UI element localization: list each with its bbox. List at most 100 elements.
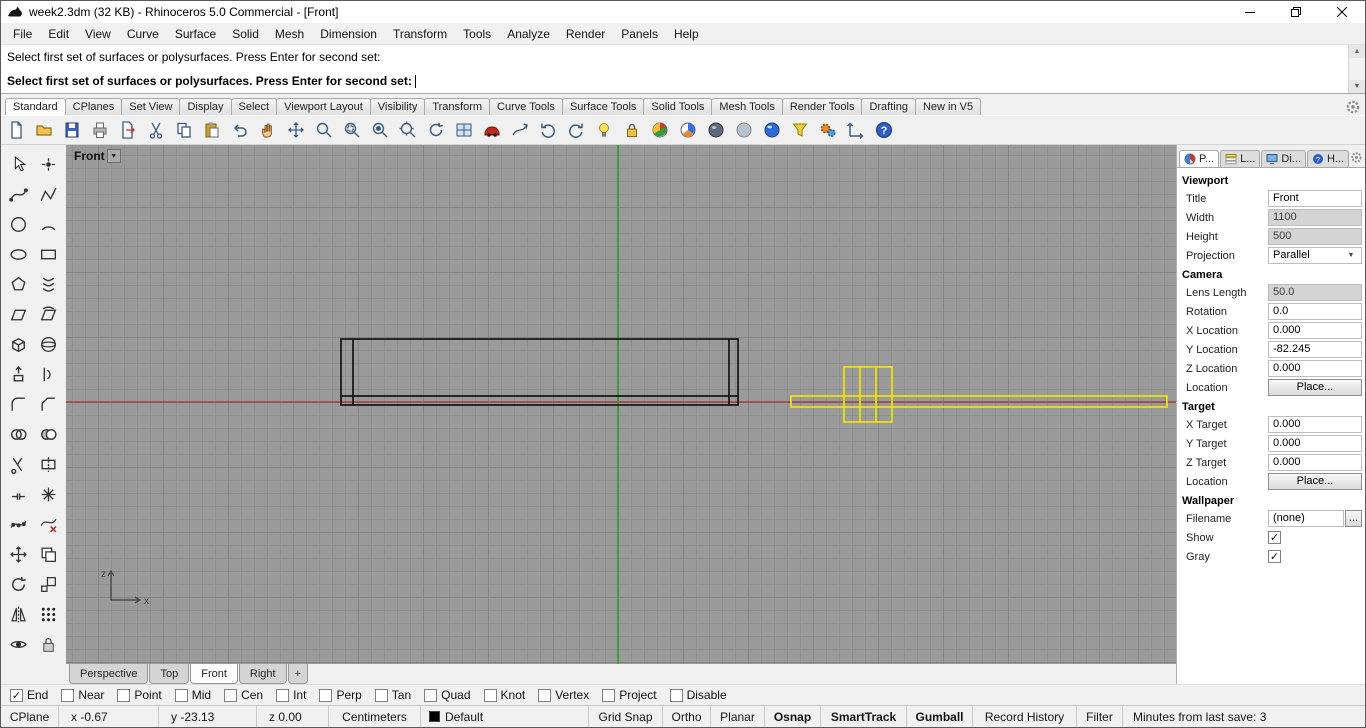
toolbar-tab-select[interactable]: Select	[230, 98, 278, 115]
osnap-quad[interactable]: Quad	[424, 688, 471, 702]
cplane-selector[interactable]: CPlane	[1, 706, 59, 727]
scale-icon[interactable]	[36, 571, 62, 597]
smarttrack-toggle[interactable]: SmartTrack	[821, 706, 907, 727]
menu-solid[interactable]: Solid	[224, 24, 267, 44]
zoom-window-icon[interactable]	[340, 118, 364, 142]
viewport-title-value[interactable]: Front	[1268, 190, 1362, 207]
filter-toggle[interactable]: Filter	[1077, 706, 1123, 727]
ortho-toggle[interactable]: Ortho	[663, 706, 711, 727]
points-icon[interactable]	[36, 151, 62, 177]
wallpaper-show-checkbox[interactable]	[1268, 531, 1281, 544]
undo-icon[interactable]	[228, 118, 252, 142]
menu-dimension[interactable]: Dimension	[312, 24, 385, 44]
box-icon[interactable]	[5, 331, 31, 357]
toolbar-tab-cplanes[interactable]: CPlanes	[64, 98, 123, 115]
explode-icon[interactable]	[36, 481, 62, 507]
toolbar-tab-visibility[interactable]: Visibility	[369, 98, 426, 115]
menu-help[interactable]: Help	[666, 24, 707, 44]
polyline-icon[interactable]	[36, 181, 62, 207]
toolbar-tab-mesh-tools[interactable]: Mesh Tools	[711, 98, 783, 115]
render-preview-icon[interactable]	[676, 118, 700, 142]
cut-icon[interactable]	[144, 118, 168, 142]
layer-pane[interactable]: Default	[421, 706, 589, 727]
int-checkbox[interactable]	[276, 688, 290, 702]
viewport-layout-icon[interactable]	[452, 118, 476, 142]
point-checkbox[interactable]	[117, 688, 131, 702]
record-history-toggle[interactable]: Record History	[973, 706, 1077, 727]
lightbulb-icon[interactable]	[592, 118, 616, 142]
z-target-value[interactable]: 0.000	[1268, 454, 1362, 471]
toolbar-tab-surface-tools[interactable]: Surface Tools	[561, 98, 645, 115]
show-points-icon[interactable]	[5, 511, 31, 537]
orient-curve-icon[interactable]	[508, 118, 532, 142]
osnap-cen[interactable]: Cen	[224, 688, 263, 702]
front-viewport-canvas[interactable]: z x Front ▼	[66, 145, 1176, 664]
menu-curve[interactable]: Curve	[119, 24, 167, 44]
render-icon[interactable]	[648, 118, 672, 142]
chamfer-icon[interactable]	[36, 391, 62, 417]
help-icon[interactable]: ?	[872, 118, 896, 142]
viewport-title-menu[interactable]: ▼	[106, 149, 121, 163]
scroll-down-icon[interactable]: ▼	[1349, 80, 1365, 93]
osnap-knot[interactable]: Knot	[483, 688, 525, 702]
planar-toggle[interactable]: Planar	[711, 706, 765, 727]
zoom-dynamic-icon[interactable]	[312, 118, 336, 142]
car-icon[interactable]	[480, 118, 504, 142]
viewport-title[interactable]: Front ▼	[74, 149, 121, 163]
options-gears-icon[interactable]	[816, 118, 840, 142]
helix-icon[interactable]	[36, 271, 62, 297]
toolbar-tab-viewport-layout[interactable]: Viewport Layout	[276, 98, 371, 115]
menu-transform[interactable]: Transform	[385, 24, 455, 44]
ellipse-icon[interactable]	[5, 241, 31, 267]
gumball-toggle[interactable]: Gumball	[907, 706, 973, 727]
osnap-near[interactable]: Near	[61, 688, 104, 702]
sweep-icon[interactable]	[36, 301, 62, 327]
y-location-value[interactable]: -82.245	[1268, 341, 1362, 358]
toolbar-tab-solid-tools[interactable]: Solid Tools	[643, 98, 713, 115]
selection-filter-icon[interactable]	[788, 118, 812, 142]
command-prompt[interactable]: Select first set of surfaces or polysurf…	[1, 69, 1348, 93]
viewport-tab-front[interactable]: Front	[190, 664, 238, 684]
osnap-toggle[interactable]: Osnap	[765, 706, 821, 727]
menu-tools[interactable]: Tools	[455, 24, 499, 44]
menu-file[interactable]: File	[5, 24, 40, 44]
extrude-icon[interactable]	[5, 361, 31, 387]
undo-view-icon[interactable]	[536, 118, 560, 142]
sphere-icon[interactable]	[36, 331, 62, 357]
selected-yellow-object[interactable]	[790, 366, 1168, 423]
move-icon[interactable]	[5, 541, 31, 567]
minimize-icon[interactable]	[1227, 1, 1273, 23]
revolve-icon[interactable]	[36, 361, 62, 387]
browse-button[interactable]: ...	[1345, 510, 1362, 527]
tan-checkbox[interactable]	[374, 688, 388, 702]
new-file-icon[interactable]	[4, 118, 28, 142]
rotate-view-icon[interactable]	[424, 118, 448, 142]
grid-snap-toggle[interactable]: Grid Snap	[589, 706, 663, 727]
points-off-icon[interactable]	[36, 511, 62, 537]
perp-checkbox[interactable]	[319, 688, 333, 702]
rotate-icon[interactable]	[5, 571, 31, 597]
viewport-tab-right[interactable]: Right	[238, 664, 287, 684]
menu-edit[interactable]: Edit	[40, 24, 77, 44]
shaded-display-icon[interactable]	[704, 118, 728, 142]
menu-analyze[interactable]: Analyze	[499, 24, 558, 44]
command-scrollbar[interactable]: ▲ ▼	[1348, 45, 1365, 93]
x-target-value[interactable]: 0.000	[1268, 416, 1362, 433]
toolbar-tab-curve-tools[interactable]: Curve Tools	[489, 98, 563, 115]
copy-object-icon[interactable]	[36, 541, 62, 567]
toolbar-tab-transform[interactable]: Transform	[424, 98, 491, 115]
panel-tab-help[interactable]: ? H...	[1306, 150, 1350, 167]
save-icon[interactable]	[60, 118, 84, 142]
osnap-disable[interactable]: Disable	[669, 688, 727, 702]
zoom-extents-icon[interactable]	[396, 118, 420, 142]
mirror-icon[interactable]	[5, 601, 31, 627]
vertex-checkbox[interactable]	[538, 688, 552, 702]
select-icon[interactable]	[5, 151, 31, 177]
toolbar-tab-render-tools[interactable]: Render Tools	[781, 98, 863, 115]
add-viewport-tab[interactable]: +	[287, 664, 309, 684]
box-wireframe-object[interactable]	[340, 338, 739, 406]
viewport-tab-top[interactable]: Top	[149, 664, 190, 684]
close-icon[interactable]	[1319, 1, 1365, 23]
osnap-perp[interactable]: Perp	[319, 688, 362, 702]
hide-icon[interactable]	[5, 631, 31, 657]
